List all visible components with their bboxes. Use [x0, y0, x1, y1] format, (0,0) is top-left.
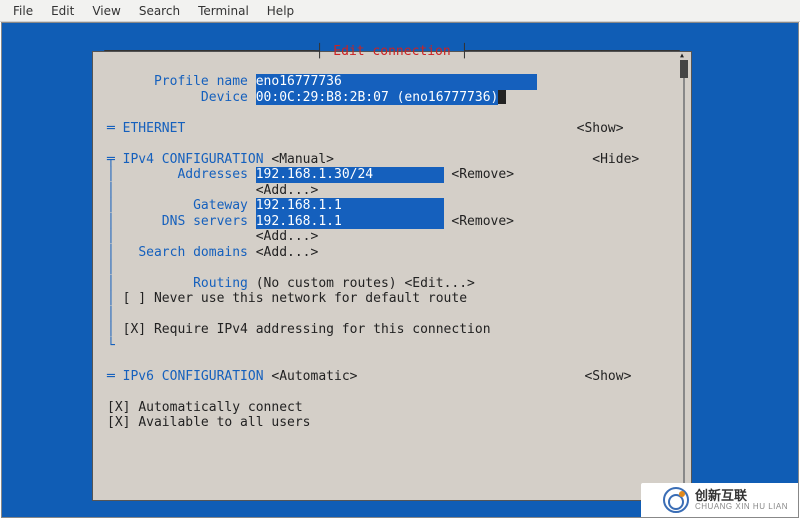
logo-icon	[663, 487, 689, 513]
menu-terminal[interactable]: Terminal	[189, 4, 258, 18]
require-ipv4-label: Require IPv4 addressing for this connect…	[154, 322, 491, 338]
ipv6-section-label: IPv6 CONFIGURATION	[123, 369, 264, 385]
watermark-logo: 创新互联 CHUANG XIN HU LIAN	[641, 483, 798, 517]
menu-search[interactable]: Search	[130, 4, 189, 18]
dns-input[interactable]: 192.168.1.1	[256, 214, 444, 230]
ipv6-show-toggle[interactable]: <Show>	[584, 369, 631, 385]
address-add-button[interactable]: <Add...>	[256, 183, 319, 199]
dns-add-button[interactable]: <Add...>	[256, 229, 319, 245]
ipv6-section-marker: ═	[107, 369, 123, 385]
auto-connect-checkbox[interactable]: [X]	[107, 400, 130, 416]
all-users-checkbox[interactable]: [X]	[107, 415, 130, 431]
edit-connection-dialog: ───────────────────────────┤ Edit connec…	[92, 51, 692, 501]
scroll-thumb[interactable]	[680, 60, 688, 78]
device-label: Device	[107, 90, 256, 106]
menu-help[interactable]: Help	[258, 4, 303, 18]
ipv4-section-label: IPv4 CONFIGURATION	[123, 152, 264, 168]
terminal-window: ───────────────────────────┤ Edit connec…	[1, 22, 799, 518]
ethernet-show-toggle[interactable]: <Show>	[577, 121, 624, 137]
routing-value: (No custom routes)	[256, 276, 397, 292]
never-default-checkbox[interactable]: [ ]	[123, 291, 146, 307]
dns-label: DNS servers	[162, 214, 248, 230]
routing-edit-button[interactable]: <Edit...>	[404, 276, 474, 292]
ipv4-hide-toggle[interactable]: <Hide>	[592, 152, 639, 168]
dialog-title-bar: ───────────────────────────┤ Edit connec…	[93, 44, 691, 59]
address-input[interactable]: 192.168.1.30/24	[256, 167, 444, 183]
text-cursor	[498, 90, 506, 104]
search-domains-label: Search domains	[138, 245, 248, 261]
addresses-label: Addresses	[177, 167, 247, 183]
profile-name-input[interactable]: eno16777736	[256, 74, 538, 90]
watermark-brand: 创新互联	[695, 489, 788, 503]
profile-name-label: Profile name	[107, 74, 256, 90]
ipv6-mode-select[interactable]: <Automatic>	[271, 369, 357, 385]
menu-view[interactable]: View	[83, 4, 129, 18]
all-users-label: Available to all users	[138, 415, 310, 431]
search-domains-add-button[interactable]: <Add...>	[256, 245, 319, 261]
require-ipv4-checkbox[interactable]: [X]	[123, 322, 146, 338]
gateway-input[interactable]: 192.168.1.1	[256, 198, 444, 214]
routing-label: Routing	[193, 276, 248, 292]
ipv4-mode-select[interactable]: <Manual>	[271, 152, 334, 168]
dns-remove-button[interactable]: <Remove>	[451, 214, 514, 230]
menubar: File Edit View Search Terminal Help	[0, 0, 800, 22]
watermark-sub: CHUANG XIN HU LIAN	[695, 503, 788, 511]
auto-connect-label: Automatically connect	[138, 400, 302, 416]
menu-file[interactable]: File	[4, 4, 42, 18]
gateway-label: Gateway	[193, 198, 248, 214]
ethernet-section-marker: ═	[107, 121, 123, 137]
scrollbar[interactable]: ▴ ▾	[680, 60, 688, 490]
never-default-label: Never use this network for default route	[154, 291, 467, 307]
device-input[interactable]: 00:0C:29:B8:2B:07 (eno16777736)	[256, 90, 499, 106]
address-remove-button[interactable]: <Remove>	[451, 167, 514, 183]
menu-edit[interactable]: Edit	[42, 4, 83, 18]
dialog-title: Edit connection	[331, 44, 452, 59]
ethernet-section-label: ETHERNET	[123, 121, 186, 137]
